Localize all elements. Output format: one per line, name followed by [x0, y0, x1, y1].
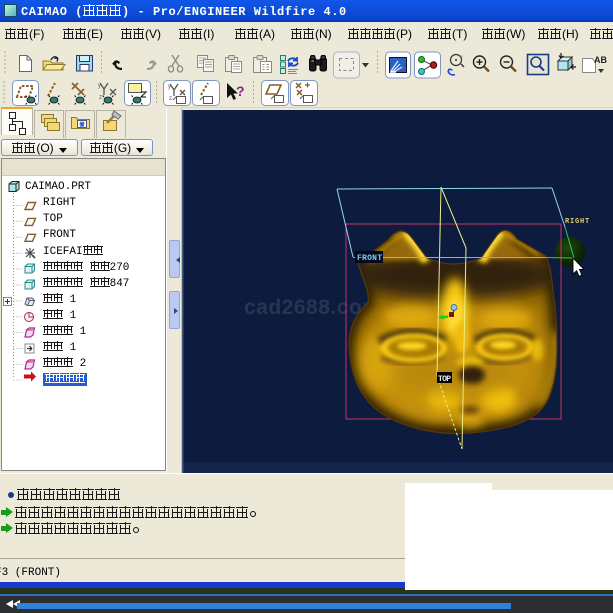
svg-text:z: z: [99, 95, 102, 101]
svg-text:TOP: TOP: [438, 375, 451, 384]
svg-text:RIGHT: RIGHT: [565, 218, 590, 226]
svg-text:y: y: [168, 84, 171, 90]
svg-text:?: ?: [236, 83, 245, 99]
svg-text:FRONT: FRONT: [357, 254, 382, 263]
svg-text:z: z: [169, 96, 172, 102]
svg-text:AB: AB: [594, 55, 607, 65]
svg-text:y: y: [98, 83, 101, 89]
